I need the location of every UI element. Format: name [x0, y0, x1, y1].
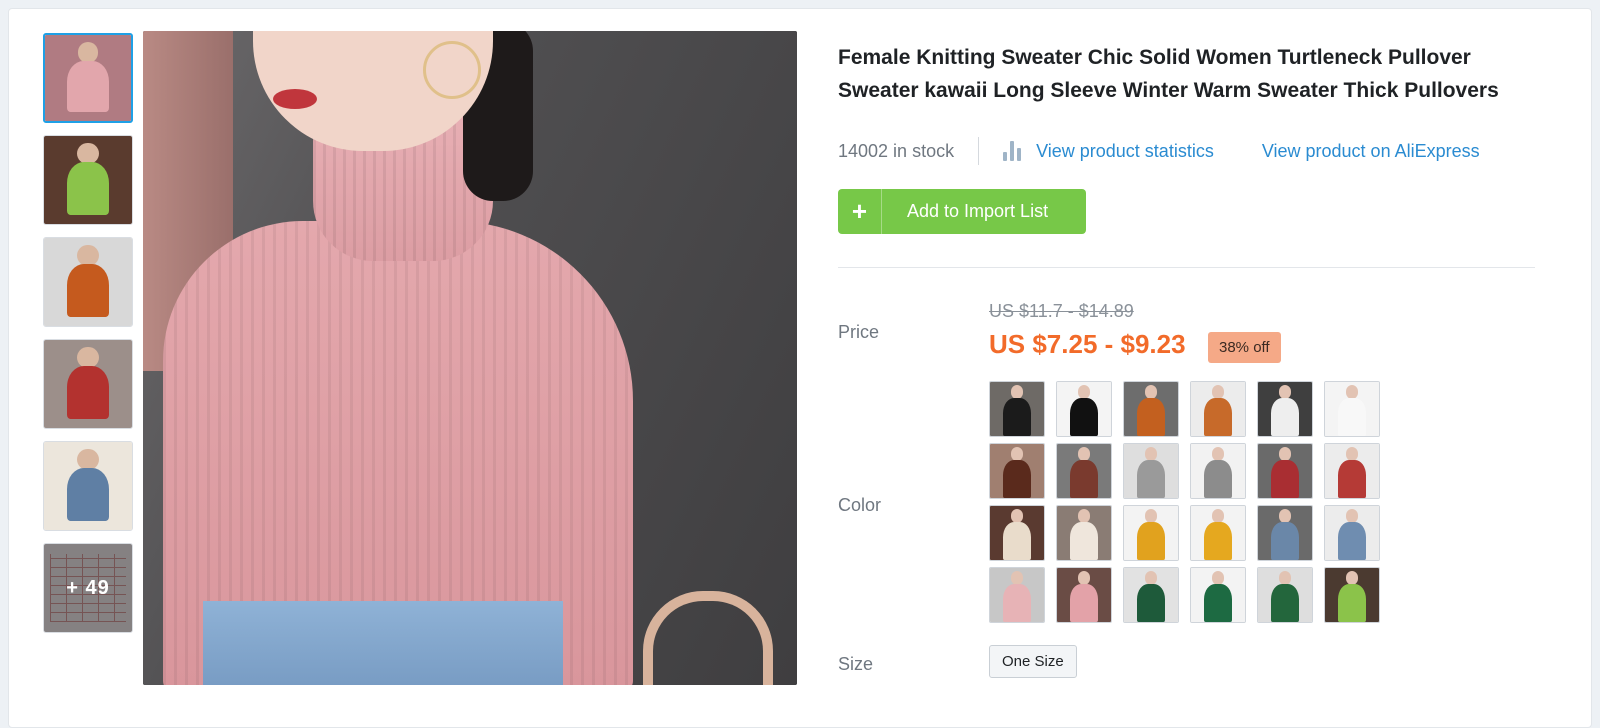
color-swatch[interactable]	[1123, 381, 1179, 437]
swatch-sweater	[1002, 584, 1032, 622]
thumbnail-list: + 49	[43, 33, 133, 645]
thumbnail-model-head	[77, 143, 99, 165]
swatch-sweater	[1069, 584, 1099, 622]
product-info: Female Knitting Sweater Chic Solid Women…	[838, 41, 1535, 678]
thumbnail-item[interactable]	[43, 441, 133, 531]
swatch-sweater	[1069, 460, 1099, 498]
thumbnail-sweater	[66, 468, 110, 522]
swatch-sweater	[1337, 522, 1367, 560]
thumbnail-sweater	[67, 60, 109, 113]
thumbnail-item[interactable]	[43, 339, 133, 429]
swatch-sweater	[1337, 460, 1367, 498]
image-earring	[423, 41, 481, 99]
color-swatch[interactable]	[1257, 443, 1313, 499]
swatch-sweater	[1203, 522, 1233, 560]
add-to-import-list-label: Add to Import List	[907, 201, 1049, 221]
color-swatch-grid	[989, 381, 1389, 623]
color-swatch[interactable]	[989, 443, 1045, 499]
view-statistics-link[interactable]: View product statistics	[1003, 141, 1214, 162]
color-swatch[interactable]	[1190, 505, 1246, 561]
current-price: US $7.25 - $9.23	[989, 329, 1186, 359]
swatch-sweater	[1203, 460, 1233, 498]
thumbnail-sweater	[66, 264, 110, 318]
color-swatch[interactable]	[1324, 567, 1380, 623]
color-swatch[interactable]	[1056, 505, 1112, 561]
meta-divider	[978, 137, 980, 165]
color-swatch[interactable]	[1324, 443, 1380, 499]
color-swatch[interactable]	[1123, 567, 1179, 623]
plus-icon: +	[838, 189, 882, 234]
color-label: Color	[838, 495, 882, 515]
color-swatch[interactable]	[1190, 567, 1246, 623]
main-product-image[interactable]	[143, 31, 797, 685]
color-swatch[interactable]	[989, 381, 1045, 437]
color-swatch[interactable]	[1257, 381, 1313, 437]
swatch-sweater	[1002, 460, 1032, 498]
swatch-sweater	[1069, 398, 1099, 436]
stock-count: 14002 in stock	[838, 140, 955, 161]
thumbnail-sweater	[66, 366, 110, 420]
swatch-sweater	[1136, 522, 1166, 560]
product-title: Female Knitting Sweater Chic Solid Women…	[838, 46, 1499, 102]
swatch-sweater	[1002, 398, 1032, 436]
product-card: + 49 Female Knitting Sweater Chic Solid …	[8, 8, 1592, 728]
original-price: US $11.7 - $14.89	[989, 301, 1134, 321]
swatch-sweater	[1337, 584, 1367, 622]
product-meta-row: 14002 in stock View product statistics V…	[838, 135, 1535, 167]
swatch-sweater	[1136, 460, 1166, 498]
swatch-sweater	[1270, 460, 1300, 498]
swatch-sweater	[1069, 522, 1099, 560]
discount-badge: 38% off	[1208, 332, 1281, 363]
swatch-sweater	[1203, 398, 1233, 436]
size-label: Size	[838, 654, 874, 674]
thumbnail-model-head	[77, 245, 99, 267]
thumbnail-item[interactable]	[43, 135, 133, 225]
swatch-sweater	[1136, 584, 1166, 622]
section-divider	[838, 267, 1535, 268]
thumbnail-model-head	[77, 41, 99, 63]
color-swatch[interactable]	[1056, 443, 1112, 499]
swatch-sweater	[1002, 522, 1032, 560]
swatch-sweater	[1203, 584, 1233, 622]
color-swatch[interactable]	[1324, 381, 1380, 437]
color-swatch[interactable]	[1123, 505, 1179, 561]
color-swatch[interactable]	[989, 567, 1045, 623]
price-label: Price	[838, 322, 880, 342]
swatch-sweater	[1136, 398, 1166, 436]
thumbnail-model-head	[77, 449, 99, 471]
thumbnail-item[interactable]	[43, 33, 133, 123]
thumbnail-more-images[interactable]: + 49	[43, 543, 133, 633]
swatch-sweater	[1337, 398, 1367, 436]
color-swatch[interactable]	[1056, 567, 1112, 623]
image-lips	[273, 89, 317, 109]
color-swatch[interactable]	[1257, 505, 1313, 561]
view-on-aliexpress-link[interactable]: View product on AliExpress	[1262, 141, 1480, 162]
color-swatch[interactable]	[1257, 567, 1313, 623]
color-swatch[interactable]	[1056, 381, 1112, 437]
swatch-sweater	[1270, 398, 1300, 436]
thumbnail-model-head	[77, 347, 99, 369]
size-option-one-size[interactable]: One Size	[989, 645, 1077, 678]
swatch-sweater	[1270, 584, 1300, 622]
view-statistics-label: View product statistics	[1036, 140, 1214, 161]
color-swatch[interactable]	[1324, 505, 1380, 561]
color-swatch[interactable]	[1190, 443, 1246, 499]
swatch-sweater	[1270, 522, 1300, 560]
thumbnail-sweater	[66, 162, 110, 216]
thumbnail-item[interactable]	[43, 237, 133, 327]
color-swatch[interactable]	[1190, 381, 1246, 437]
color-swatch[interactable]	[989, 505, 1045, 561]
more-images-count: + 49	[44, 544, 132, 632]
add-to-import-list-button[interactable]: + Add to Import List	[838, 189, 1086, 234]
image-jeans	[203, 601, 563, 685]
bar-chart-icon	[1003, 141, 1022, 161]
color-swatch[interactable]	[1123, 443, 1179, 499]
